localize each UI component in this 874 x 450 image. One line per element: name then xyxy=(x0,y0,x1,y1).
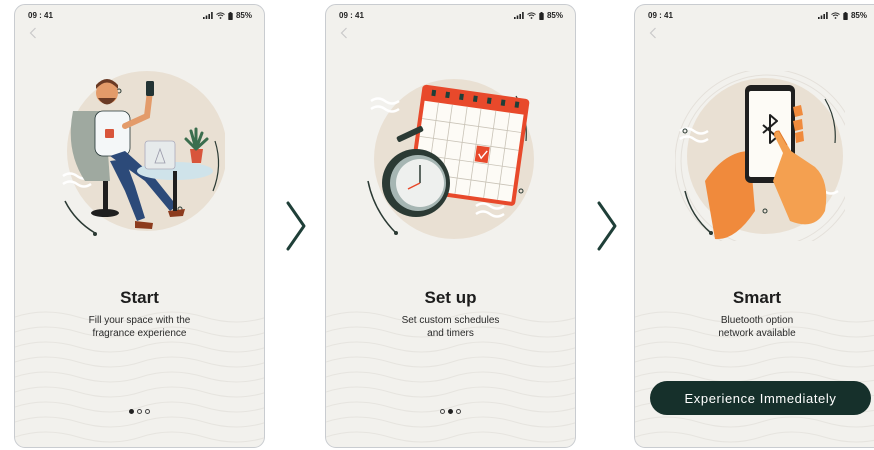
person-relaxing-illustration xyxy=(62,71,225,236)
page-dot-3[interactable] xyxy=(456,409,461,414)
battery-icon xyxy=(228,11,233,20)
wifi-icon xyxy=(216,12,225,19)
description-line: Set custom schedules xyxy=(401,315,500,326)
phone-bluetooth-illustration xyxy=(675,71,845,241)
onboarding-screen-start: 09 : 41 85% Start Fill your space with t… xyxy=(14,4,265,448)
wifi-icon xyxy=(831,12,840,19)
screen-description: Fill your space with the fragrance exper… xyxy=(15,314,264,340)
chevron-left-icon[interactable] xyxy=(340,27,348,39)
description-line: Bluetooth option xyxy=(720,315,794,326)
signal-icon xyxy=(513,12,524,19)
page-dot-3[interactable] xyxy=(145,409,150,414)
description-line: fragrance experience xyxy=(92,328,187,339)
battery-percent: 85% xyxy=(850,11,867,20)
page-dot-1[interactable] xyxy=(129,409,134,414)
chevron-left-icon[interactable] xyxy=(29,27,37,39)
page-dot-2[interactable] xyxy=(448,409,453,414)
calendar-timer-illustration xyxy=(367,79,534,239)
page-indicator xyxy=(15,409,264,414)
screen-title: Smart xyxy=(732,288,782,307)
status-time: 09 : 41 xyxy=(28,11,53,20)
chevron-right-icon xyxy=(597,201,617,251)
battery-icon xyxy=(539,11,544,20)
status-bar: 09 : 41 85% xyxy=(28,11,252,23)
chevron-right-icon xyxy=(286,201,306,251)
wifi-icon xyxy=(527,12,536,19)
screen-description: Set custom schedules and timers xyxy=(326,314,575,340)
signal-icon xyxy=(202,12,213,19)
description-line: Fill your space with the xyxy=(88,315,191,326)
battery-percent: 85% xyxy=(235,11,252,20)
signal-icon xyxy=(817,12,828,19)
status-time: 09 : 41 xyxy=(648,11,673,20)
status-time: 09 : 41 xyxy=(339,11,364,20)
screen-description: Bluetooth option network available xyxy=(635,314,874,340)
description-line: and timers xyxy=(427,328,474,339)
screen-title: Set up xyxy=(424,288,477,307)
status-bar: 09 : 41 85% xyxy=(339,11,563,23)
page-indicator xyxy=(326,409,575,414)
screen-title: Start xyxy=(120,288,159,307)
onboarding-screen-setup: 09 : 41 85% Set up Set custom schedules … xyxy=(325,4,576,448)
experience-immediately-button[interactable]: Experience Immediately xyxy=(650,381,871,415)
battery-percent: 85% xyxy=(546,11,563,20)
status-bar: 09 : 41 85% xyxy=(648,11,867,23)
chevron-left-icon[interactable] xyxy=(649,27,657,39)
page-dot-2[interactable] xyxy=(137,409,142,414)
description-line: network available xyxy=(718,328,796,339)
onboarding-screen-smart: 09 : 41 85% Smart Bluetooth option netwo… xyxy=(634,4,874,448)
page-dot-1[interactable] xyxy=(440,409,445,414)
battery-icon xyxy=(843,11,848,20)
